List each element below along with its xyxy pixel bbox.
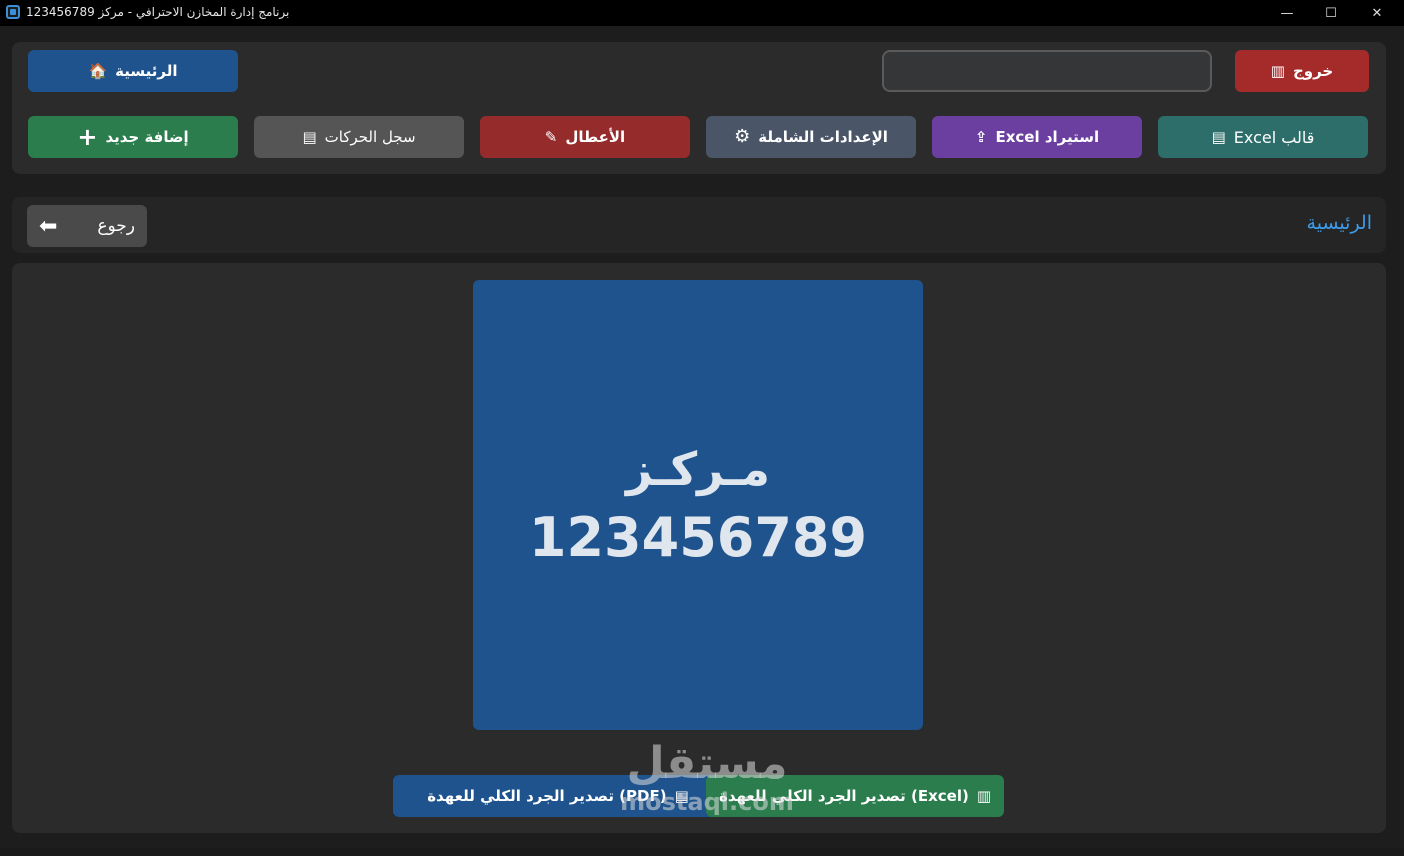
export-pdf-button[interactable]: ▤ (PDF) تصدير الجرد الكلي للعهدة xyxy=(393,775,723,817)
exit-icon: ▥ xyxy=(1270,61,1285,80)
document-icon: ▤ xyxy=(674,786,689,805)
import-excel-button[interactable]: استيراد Excel ⇪ xyxy=(932,116,1142,158)
home-button-label: الرئيسية xyxy=(115,62,178,80)
plus-icon: + xyxy=(77,123,98,151)
maximize-icon[interactable]: ☐ xyxy=(1308,0,1354,26)
center-number: 123456789 xyxy=(528,505,868,569)
import-excel-label: استيراد Excel xyxy=(995,128,1100,146)
excel-template-label: قالب Excel xyxy=(1233,127,1315,147)
exit-button[interactable]: خروج ▥ xyxy=(1235,50,1369,92)
export-pdf-label: (PDF) تصدير الجرد الكلي للعهدة xyxy=(427,787,667,805)
back-button[interactable]: ⬅ رجوع xyxy=(27,205,147,247)
center-name: مـركـز xyxy=(626,441,770,496)
exit-button-label: خروج xyxy=(1292,62,1334,80)
window-titlebar: برنامج إدارة المخازن الاحترافي - مركز 12… xyxy=(0,0,1404,26)
gear-icon: ⚙ xyxy=(734,126,751,147)
minimize-icon[interactable]: — xyxy=(1264,0,1310,26)
export-excel-button[interactable]: ▥ (Excel) تصدير الجرد الكلي للعهدة xyxy=(706,775,1004,817)
wrench-icon: ✎ xyxy=(544,127,558,146)
clipboard-icon: ▤ xyxy=(1211,127,1226,146)
house-icon: 🏠 xyxy=(88,61,108,80)
faults-label: الأعطال xyxy=(565,128,626,146)
upload-icon: ⇪ xyxy=(974,127,988,146)
back-button-label: رجوع xyxy=(97,216,135,236)
search-input[interactable] xyxy=(882,50,1212,92)
global-settings-button[interactable]: الإعدادات الشاملة ⚙ xyxy=(706,116,916,158)
nav-bar xyxy=(12,197,1386,253)
add-new-label: إضافة جديد xyxy=(105,128,189,146)
faults-button[interactable]: الأعطال ✎ xyxy=(480,116,690,158)
app-icon xyxy=(6,5,20,19)
document-icon: ▤ xyxy=(302,127,317,146)
export-excel-label: (Excel) تصدير الجرد الكلي للعهدة xyxy=(718,787,969,805)
global-settings-label: الإعدادات الشاملة xyxy=(758,128,888,146)
page-title: الرئيسية xyxy=(1306,212,1372,234)
excel-template-button[interactable]: قالب Excel ▤ xyxy=(1158,116,1368,158)
arrow-left-icon: ⬅ xyxy=(39,213,58,239)
close-icon[interactable]: ✕ xyxy=(1354,0,1400,26)
add-new-button[interactable]: إضافة جديد + xyxy=(28,116,238,158)
home-button[interactable]: الرئيسية 🏠 xyxy=(28,50,238,92)
center-card[interactable]: مـركـز 123456789 xyxy=(473,280,923,730)
chart-icon: ▥ xyxy=(976,786,992,805)
window-bottom-edge xyxy=(0,848,1404,856)
window-title: برنامج إدارة المخازن الاحترافي - مركز 12… xyxy=(26,5,290,19)
movements-log-button[interactable]: سجل الحركات ▤ xyxy=(254,116,464,158)
movements-log-label: سجل الحركات xyxy=(324,128,416,146)
